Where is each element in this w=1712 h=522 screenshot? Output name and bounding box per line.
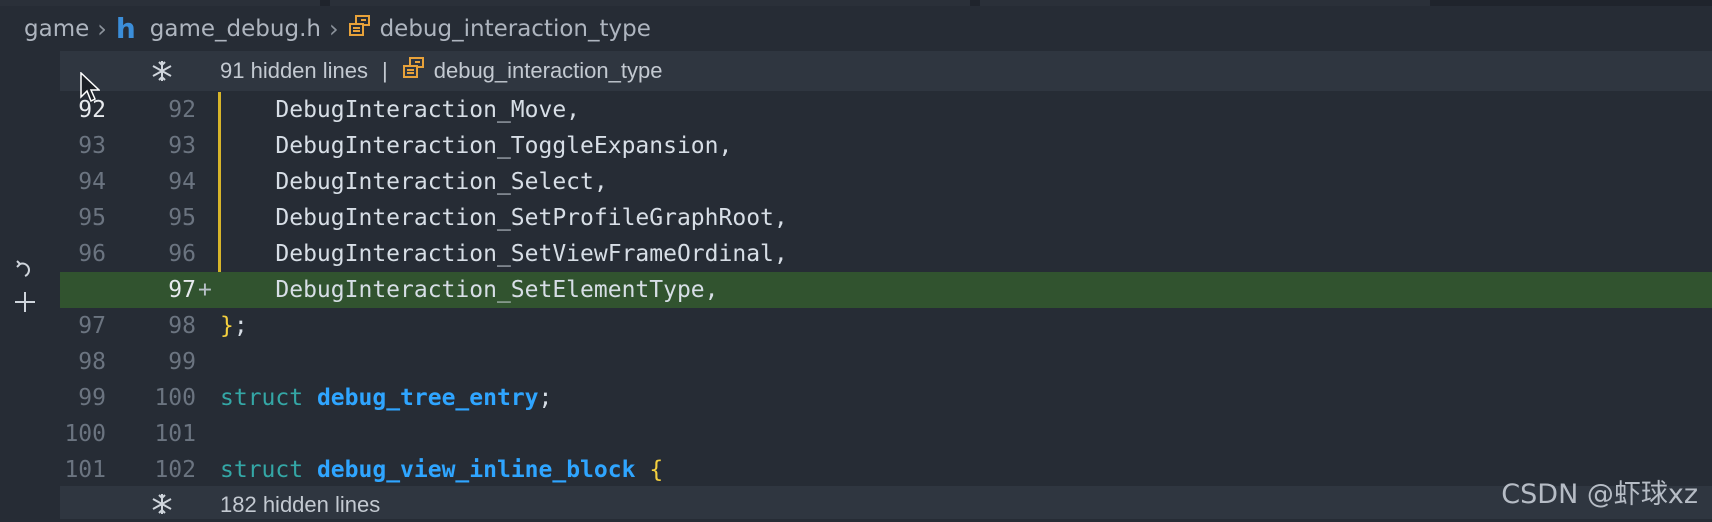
new-line-number: 94 [168,169,196,195]
header-file-icon: h [115,12,136,45]
enum-icon [348,14,372,43]
new-line-number: 100 [154,385,196,411]
breadcrumb-symbol[interactable]: debug_interaction_type [348,14,651,43]
brace-token: } [220,313,234,339]
old-line-number [60,272,106,308]
hidden-lines-symbol: debug_interaction_type [433,58,663,83]
code-text: DebugInteraction_Move, [220,97,581,123]
added-line-marker: + [198,277,212,303]
new-line-number: 102 [154,457,196,483]
old-line-number: 98 [78,349,106,375]
new-line-number: 93 [168,133,196,159]
new-line-number: 95 [168,205,196,231]
code-text: struct debug_view_inline_block { [220,452,663,488]
code-line[interactable]: 98 99 [60,344,1712,380]
new-line-number: 101 [154,421,196,447]
old-line-number: 95 [78,205,106,231]
new-line-number: 96 [168,241,196,267]
hidden-lines-separator: | [382,58,388,83]
code-text: struct debug_tree_entry; [220,380,552,416]
keyword-token: struct [220,457,304,483]
code-line[interactable]: 93 93 DebugInteraction_ToggleExpansion, [60,128,1712,164]
chevron-right-icon: › [328,14,339,43]
keyword-token: struct [220,385,304,411]
code-text: DebugInteraction_ToggleExpansion, [220,133,733,159]
breadcrumb-symbol-label: debug_interaction_type [379,15,651,42]
unfold-icon[interactable] [150,59,174,89]
old-line-number: 96 [78,241,106,267]
unfold-icon[interactable] [150,492,174,522]
new-line-number: 92 [168,97,196,123]
code-line[interactable]: 99 100 struct debug_tree_entry; [60,380,1712,416]
breadcrumb-folder[interactable]: game [24,16,89,42]
code-line[interactable]: 94 94 DebugInteraction_Select, [60,164,1712,200]
chevron-right-icon: › [97,14,107,43]
revert-change-icon[interactable] [13,258,37,286]
old-line-number: 92 [78,97,106,123]
code-line[interactable]: 100 101 [60,416,1712,452]
new-line-number: 99 [168,349,196,375]
added-code-line[interactable]: 97 + DebugInteraction_SetElementType, [60,272,1712,308]
code-line[interactable]: 96 96 DebugInteraction_SetViewFrameOrdin… [60,236,1712,272]
old-line-number: 99 [78,385,106,411]
punctuation-token: ; [538,385,553,411]
breadcrumb-file-label: game_debug.h [149,15,321,42]
code-line[interactable]: 95 95 DebugInteraction_SetProfileGraphRo… [60,200,1712,236]
code-line[interactable]: 97 98 }; [60,308,1712,344]
breadcrumb-file[interactable]: h game_debug.h [116,12,321,45]
old-line-number: 100 [64,421,106,447]
breadcrumb: game › h game_debug.h › debug_interactio… [0,6,1712,51]
punctuation-token: ; [233,313,248,339]
type-token: debug_view_inline_block [316,457,636,483]
code-text: DebugInteraction_Select, [220,169,608,195]
watermark: CSDN @虾球xz [1501,479,1698,510]
code-line[interactable]: 101 102 struct debug_view_inline_block { [60,452,1712,488]
new-line-number: 97 [168,277,196,303]
diff-editor[interactable]: 92 92 DebugInteraction_Move, 93 93 Debug… [60,92,1712,485]
hidden-lines-label: 182 hidden lines [220,492,381,517]
code-line[interactable]: 92 92 DebugInteraction_Move, [60,92,1712,128]
code-text: DebugInteraction_SetProfileGraphRoot, [220,205,788,231]
hidden-lines-label: 91 hidden lines [220,58,369,83]
old-line-number: 101 [64,457,106,483]
stage-change-icon[interactable] [13,290,37,318]
hidden-lines-top[interactable]: 91 hidden lines | debug_interaction_type [60,51,1712,91]
enum-icon [402,57,426,85]
hidden-lines-bottom[interactable]: 182 hidden lines [60,486,1712,519]
old-line-number: 97 [78,313,106,339]
code-text: DebugInteraction_SetElementType, [220,277,719,303]
brace-token: { [649,457,664,483]
new-line-number: 98 [168,313,196,339]
old-line-number: 93 [78,133,106,159]
type-token: debug_tree_entry [316,385,539,411]
old-line-number: 94 [78,169,106,195]
code-text: }; [220,308,248,344]
code-text: DebugInteraction_SetViewFrameOrdinal, [220,241,788,267]
